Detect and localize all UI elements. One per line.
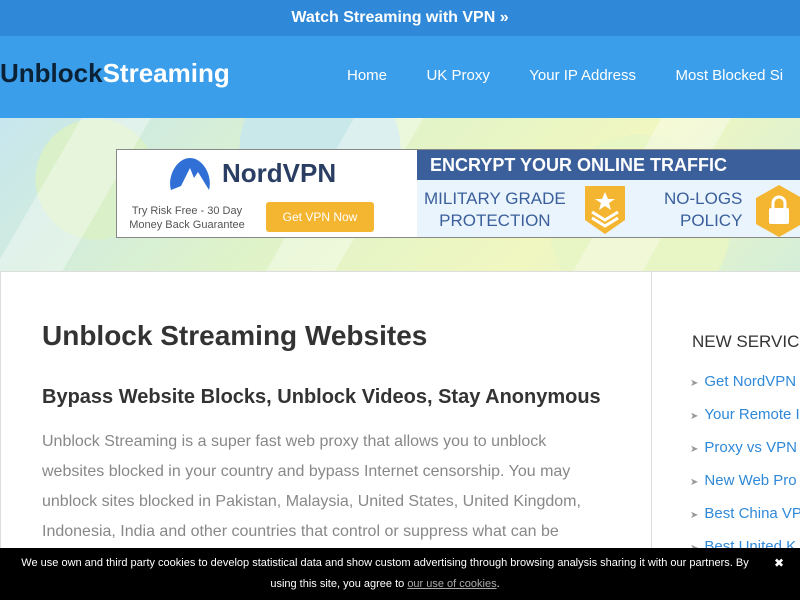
sidebar-link-proxy-vs-vpn[interactable]: Proxy vs VPN <box>704 439 797 456</box>
nav-most-blocked-sites[interactable]: Most Blocked Si <box>675 67 783 84</box>
bullet-arrow-icon: ➤ <box>690 444 699 455</box>
site-logo[interactable]: UnblockStreaming <box>0 58 230 89</box>
hero-background: NordVPN Try Risk Free - 30 Day Money Bac… <box>0 118 800 271</box>
encrypt-traffic-headline: ENCRYPT YOUR ONLINE TRAFFIC <box>417 150 800 180</box>
sidebar-link-get-nordvpn[interactable]: Get NordVPN <box>704 373 796 390</box>
site-header: UnblockStreaming Home UK Proxy Your IP A… <box>0 36 800 118</box>
nologs-line1: NO-LOGS <box>664 189 743 208</box>
sidebar-link-remote-ip[interactable]: Your Remote I <box>704 406 799 423</box>
sidebar-link-best-china-vpn[interactable]: Best China VP <box>704 505 800 522</box>
nordvpn-mountain-icon <box>170 158 210 190</box>
nav-uk-proxy[interactable]: UK Proxy <box>426 67 489 84</box>
cookie-period: . <box>496 578 500 590</box>
page-subtitle: Bypass Website Blocks, Unblock Videos, S… <box>42 386 601 408</box>
nordvpn-ad-banner[interactable]: NordVPN Try Risk Free - 30 Day Money Bac… <box>116 149 800 238</box>
military-badge-icon <box>585 186 625 234</box>
bullet-arrow-icon: ➤ <box>690 477 699 488</box>
sidebar-list: ➤ Get NordVPN ➤ Your Remote I ➤ Proxy vs VP… <box>690 373 800 571</box>
risk-free-line1: Try Risk Free - 30 Day <box>131 205 243 217</box>
nav-home[interactable]: Home <box>347 67 387 84</box>
risk-free-line2: Money Back Guarantee <box>129 219 245 231</box>
lock-icon <box>756 185 800 237</box>
risk-free-guarantee: Try Risk Free - 30 Day Money Back Guaran… <box>127 204 247 232</box>
list-item: ➤ Best China VP <box>690 505 800 538</box>
military-grade-protection: MILITARY GRADE PROTECTION <box>424 188 566 232</box>
intro-paragraph: Unblock Streaming is a super fast web pr… <box>42 433 581 540</box>
bullet-arrow-icon: ➤ <box>690 510 699 521</box>
military-line1: MILITARY GRADE <box>424 189 566 208</box>
logo-part-streaming: Streaming <box>102 58 230 88</box>
sidebar-title: NEW SERVIC <box>692 332 800 351</box>
banner-left-panel: NordVPN Try Risk Free - 30 Day Money Bac… <box>117 150 417 237</box>
sidebar-link-new-web-proxy[interactable]: New Web Pro <box>704 472 796 489</box>
cookie-text: We use own and third party cookies to de… <box>21 557 749 590</box>
top-promo-bar: Watch Streaming with VPN » <box>0 0 800 36</box>
cookie-banner: We use own and third party cookies to de… <box>0 548 800 600</box>
list-item: ➤ New Web Pro <box>690 472 800 505</box>
nordvpn-brand-text: NordVPN <box>222 158 337 188</box>
military-line2: PROTECTION <box>439 211 551 230</box>
nologs-line2: POLICY <box>680 211 743 230</box>
watch-streaming-vpn-link[interactable]: Watch Streaming with VPN » <box>291 9 508 26</box>
list-item: ➤ Your Remote I <box>690 406 800 439</box>
nav-your-ip-address[interactable]: Your IP Address <box>529 67 636 84</box>
get-vpn-now-button[interactable]: Get VPN Now <box>266 202 374 232</box>
page-title: Unblock Streaming Websites <box>42 320 428 351</box>
list-item: ➤ Get NordVPN <box>690 373 800 406</box>
logo-part-unblock: Unblock <box>0 58 103 88</box>
bullet-arrow-icon: ➤ <box>690 378 699 389</box>
bullet-arrow-icon: ➤ <box>690 411 699 422</box>
close-icon[interactable]: ✖ <box>774 553 784 574</box>
banner-right-panel: ENCRYPT YOUR ONLINE TRAFFIC MILITARY GRA… <box>417 150 800 237</box>
main-nav: Home UK Proxy Your IP Address Most Block… <box>347 67 800 85</box>
cookie-policy-link[interactable]: our use of cookies <box>407 578 496 590</box>
no-logs-policy: NO-LOGS POLICY <box>664 188 742 232</box>
list-item: ➤ Proxy vs VPN <box>690 439 800 472</box>
